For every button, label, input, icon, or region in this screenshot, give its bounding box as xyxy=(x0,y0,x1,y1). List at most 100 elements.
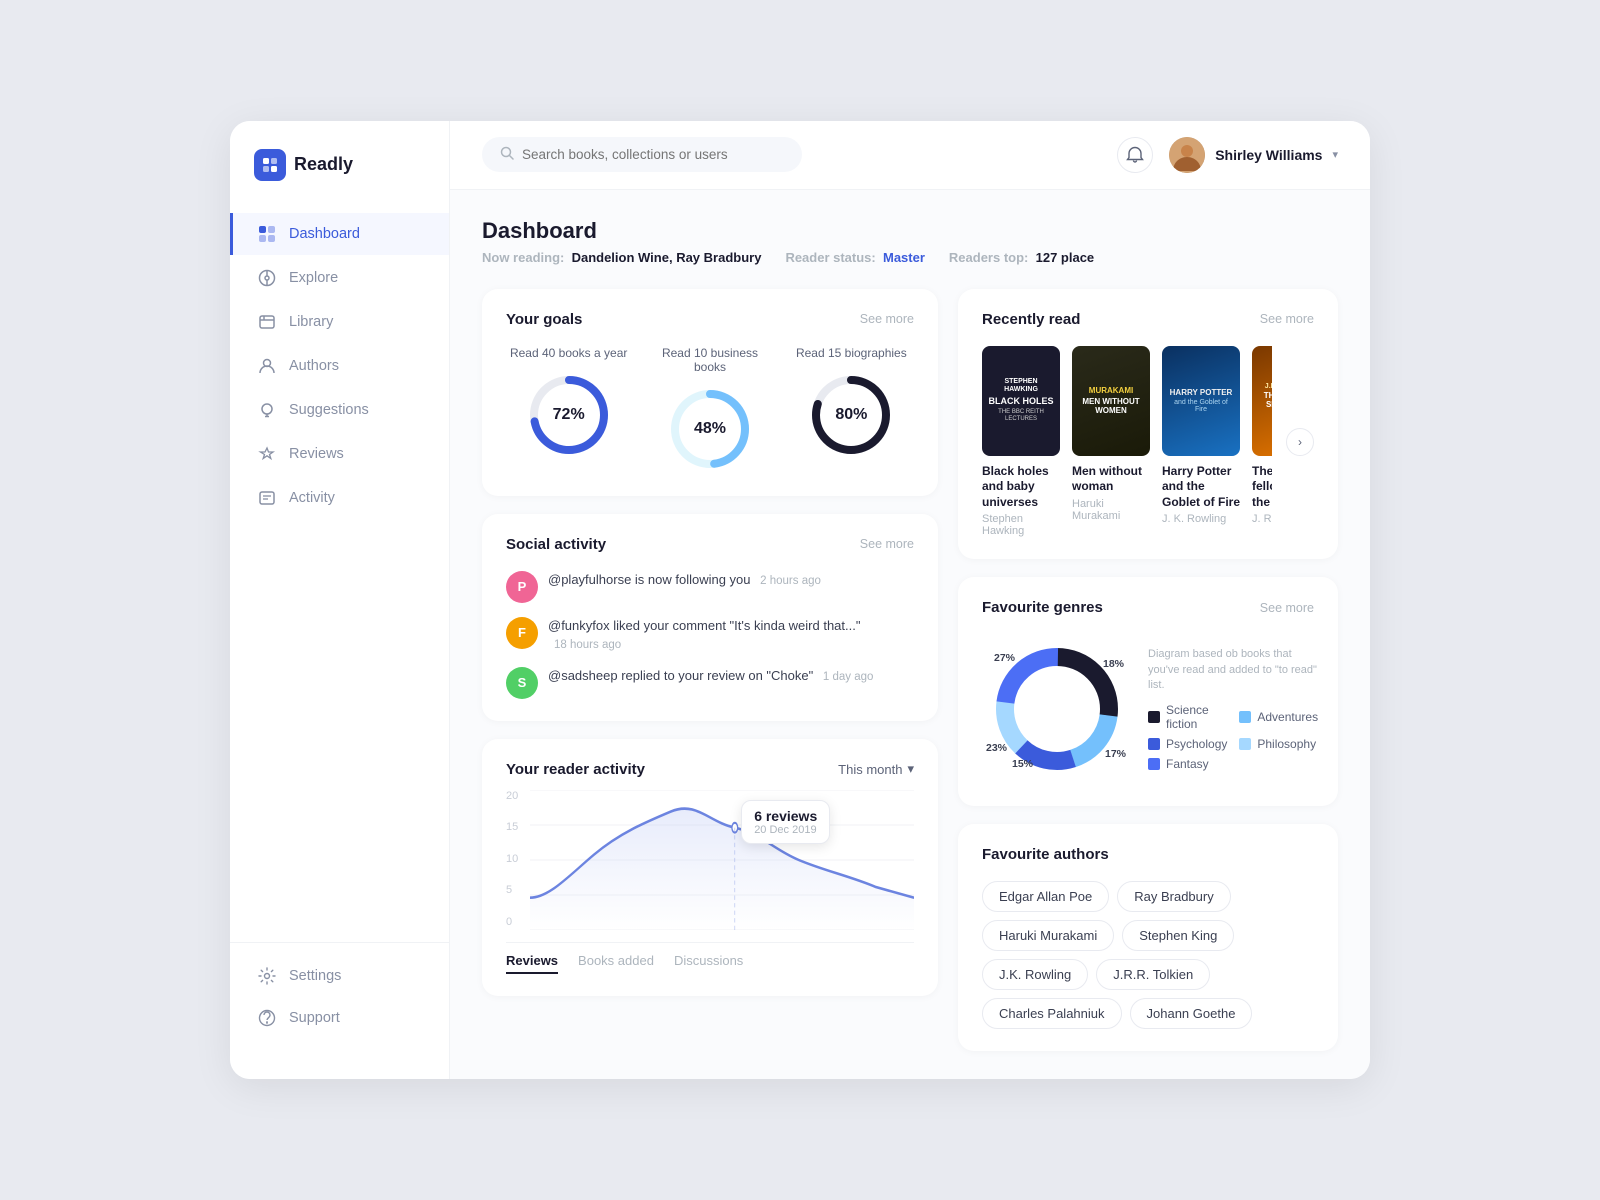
logo-icon xyxy=(254,149,286,181)
support-label: Support xyxy=(289,1010,340,1026)
donut-1: 72% xyxy=(524,370,614,460)
settings-icon xyxy=(257,966,277,986)
donut-2: 48% xyxy=(665,384,755,474)
dashboard-label: Dashboard xyxy=(289,226,360,242)
library-label: Library xyxy=(289,314,333,330)
genres-header: Favourite genres See more xyxy=(982,599,1314,616)
activity-text-3: @sadsheep replied to your review on "Cho… xyxy=(548,667,914,685)
sidebar-item-suggestions[interactable]: Suggestions xyxy=(230,389,449,431)
chart-area: 20 15 10 5 0 xyxy=(506,790,914,930)
activity-item-3: S @sadsheep replied to your review on "C… xyxy=(506,667,914,699)
sidebar-logo: Readly xyxy=(230,149,449,213)
book-item-3: HARRY POTTER and the Goblet of Fire Harr… xyxy=(1162,346,1240,526)
fav-authors-header: Favourite authors xyxy=(982,846,1314,863)
activity-text-2: @funkyfox liked your comment "It's kinda… xyxy=(548,617,914,653)
fav-authors-card: Favourite authors Edgar Allan Poe Ray Br… xyxy=(958,824,1338,1051)
page-title: Dashboard xyxy=(482,218,1338,244)
activity-avatar-1: P xyxy=(506,571,538,603)
search-icon xyxy=(500,146,514,163)
tab-books-added[interactable]: Books added xyxy=(578,953,654,974)
reviews-icon xyxy=(257,444,277,464)
sidebar-item-activity[interactable]: Activity xyxy=(230,477,449,519)
sidebar-item-support[interactable]: Support xyxy=(230,997,449,1039)
goal-pct-2: 48% xyxy=(694,420,726,438)
sidebar: Readly Dashboard xyxy=(230,121,450,1080)
explore-label: Explore xyxy=(289,270,338,286)
recently-read-see-more[interactable]: See more xyxy=(1260,312,1314,326)
book-item-2: MURAKAMI MEN WITHOUT WOMEN Men without w… xyxy=(1072,346,1150,522)
social-title: Social activity xyxy=(506,536,606,553)
genre-pct-1: 27% xyxy=(994,652,1015,664)
goals-title: Your goals xyxy=(506,311,582,328)
genres-see-more[interactable]: See more xyxy=(1260,601,1314,615)
readers-top: Readers top: 127 place xyxy=(949,250,1094,265)
fav-authors-title: Favourite authors xyxy=(982,846,1109,863)
period-selector[interactable]: This month ▾ xyxy=(838,761,914,777)
tab-reviews[interactable]: Reviews xyxy=(506,953,558,974)
goal-label-3: Read 15 biographies xyxy=(796,346,907,360)
social-see-more[interactable]: See more xyxy=(860,537,914,551)
goal-label-1: Read 40 books a year xyxy=(510,346,627,360)
book-cover-1: STEPHEN HAWKING BLACK HOLES THE BBC REIT… xyxy=(982,346,1060,456)
sidebar-item-dashboard[interactable]: Dashboard xyxy=(230,213,449,255)
genres-donut-container: 27% 18% 17% 15% 23% xyxy=(982,634,1132,784)
genre-pct-5: 23% xyxy=(986,742,1007,754)
search-bar[interactable] xyxy=(482,137,802,172)
goal-pct-1: 72% xyxy=(553,406,585,424)
app-container: Readly Dashboard xyxy=(230,121,1370,1080)
author-tag-4[interactable]: Stephen King xyxy=(1122,920,1234,951)
reader-status: Reader status: Master xyxy=(785,250,924,265)
sidebar-bottom: Settings Support xyxy=(230,942,449,1051)
author-tag-2[interactable]: Ray Bradbury xyxy=(1117,881,1230,912)
books-container: STEPHEN HAWKING BLACK HOLES THE BBC REIT… xyxy=(982,346,1314,538)
sidebar-item-authors[interactable]: Authors xyxy=(230,345,449,387)
left-column: Your goals See more Read 40 books a year xyxy=(482,289,938,1052)
book-item-4: J.R.R. TOLKIEN THE FELLOW-SHIP OF THE RI… xyxy=(1252,346,1272,526)
settings-label: Settings xyxy=(289,968,341,984)
sidebar-item-library[interactable]: Library xyxy=(230,301,449,343)
suggestions-label: Suggestions xyxy=(289,402,369,418)
chart-svg: 6 reviews 20 Dec 2019 xyxy=(530,790,914,930)
main-content: Shirley Williams ▾ Dashboard Now reading… xyxy=(450,121,1370,1080)
legend-dot-adventures xyxy=(1239,711,1251,723)
book-cover-3: HARRY POTTER and the Goblet of Fire xyxy=(1162,346,1240,456)
author-tag-7[interactable]: Charles Palahniuk xyxy=(982,998,1122,1029)
search-input[interactable] xyxy=(522,147,784,162)
book-item-1: STEPHEN HAWKING BLACK HOLES THE BBC REIT… xyxy=(982,346,1060,538)
explore-icon xyxy=(257,268,277,288)
library-icon xyxy=(257,312,277,332)
authors-icon xyxy=(257,356,277,376)
author-tag-1[interactable]: Edgar Allan Poe xyxy=(982,881,1109,912)
author-tag-6[interactable]: J.R.R. Tolkien xyxy=(1096,959,1210,990)
goals-see-more[interactable]: See more xyxy=(860,312,914,326)
goals-grid: Read 40 books a year 72% xyxy=(506,346,914,474)
genre-legend: Diagram based ob books that you've read … xyxy=(1148,647,1318,771)
genres-card: Favourite genres See more xyxy=(958,577,1338,806)
tab-discussions[interactable]: Discussions xyxy=(674,953,743,974)
author-tag-3[interactable]: Haruki Murakami xyxy=(982,920,1114,951)
social-activity-card: Social activity See more P @playfulhorse… xyxy=(482,514,938,721)
authors-label: Authors xyxy=(289,358,339,374)
genres-content: 27% 18% 17% 15% 23% Diagram based ob boo… xyxy=(982,634,1314,784)
page-subtitle: Now reading: Dandelion Wine, Ray Bradbur… xyxy=(482,250,1338,265)
right-column: Recently read See more STEPHEN HAWKING B… xyxy=(958,289,1338,1052)
notification-button[interactable] xyxy=(1117,137,1153,173)
page-content: Dashboard Now reading: Dandelion Wine, R… xyxy=(450,190,1370,1080)
activity-item-2: F @funkyfox liked your comment "It's kin… xyxy=(506,617,914,653)
now-reading: Now reading: Dandelion Wine, Ray Bradbur… xyxy=(482,250,761,265)
suggestions-icon xyxy=(257,400,277,420)
author-tag-5[interactable]: J.K. Rowling xyxy=(982,959,1088,990)
book-cover-2: MURAKAMI MEN WITHOUT WOMEN xyxy=(1072,346,1150,456)
author-tag-8[interactable]: Johann Goethe xyxy=(1130,998,1253,1029)
legend-adventures: Adventures xyxy=(1239,703,1318,731)
sidebar-item-explore[interactable]: Explore xyxy=(230,257,449,299)
sidebar-item-reviews[interactable]: Reviews xyxy=(230,433,449,475)
reader-activity-header: Your reader activity This month ▾ xyxy=(506,761,914,778)
sidebar-item-settings[interactable]: Settings xyxy=(230,955,449,997)
books-next-arrow[interactable]: › xyxy=(1286,428,1314,456)
user-profile[interactable]: Shirley Williams ▾ xyxy=(1169,137,1338,173)
genre-desc: Diagram based ob books that you've read … xyxy=(1148,647,1318,693)
genre-pct-3: 17% xyxy=(1105,748,1126,760)
avatar xyxy=(1169,137,1205,173)
genre-pct-4: 15% xyxy=(1012,758,1033,770)
